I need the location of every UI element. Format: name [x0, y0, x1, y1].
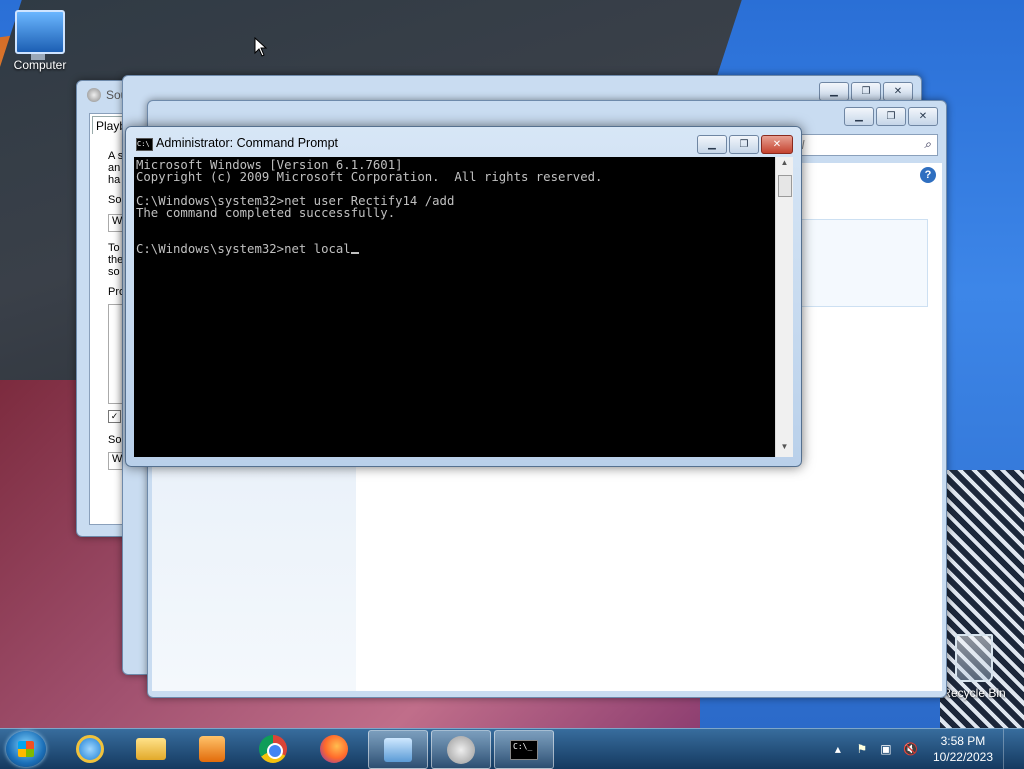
taskbar: C:\_ ▴ ⚑ ▣ 🔇 3:58 PM 10/22/2023: [0, 728, 1024, 769]
text-fragment: So: [108, 434, 122, 446]
taskbar-command-prompt[interactable]: C:\_: [494, 730, 554, 769]
desktop-icon-label: Recycle Bin: [942, 686, 1006, 700]
window-caption-buttons: ▁ ❐ ✕: [697, 135, 793, 154]
text-cursor: [350, 252, 359, 254]
windows-logo-icon: [18, 741, 34, 757]
cmd-icon-text: C:\: [137, 140, 150, 148]
window-caption-buttons: ▁ ❐ ✕: [819, 82, 913, 101]
start-button[interactable]: [6, 731, 46, 767]
text-fragment: an: [108, 162, 121, 174]
text-fragment: ha: [108, 174, 121, 186]
console-line: The command completed successfully.: [136, 206, 396, 220]
vertical-scrollbar[interactable]: ▲ ▼: [775, 157, 793, 457]
computer-icon: [15, 10, 65, 60]
desktop-icon-computer[interactable]: Computer: [4, 10, 76, 72]
console-output[interactable]: Microsoft Windows [Version 6.1.7601] Cop…: [134, 157, 775, 457]
taskbar-firefox[interactable]: [305, 730, 363, 767]
speaker-icon: [447, 735, 475, 764]
media-player-icon: [199, 735, 225, 762]
minimize-button[interactable]: ▁: [819, 82, 849, 101]
text-fragment: the: [108, 254, 124, 266]
maximize-button[interactable]: ❐: [851, 82, 881, 101]
chrome-icon: [259, 734, 287, 763]
window-title: Administrator: Command Prompt: [156, 136, 339, 150]
window-caption-buttons: ▁ ❐ ✕: [844, 107, 938, 126]
folder-icon: [136, 737, 166, 760]
minimize-button[interactable]: ▁: [697, 135, 727, 154]
text-fragment: To: [108, 242, 120, 254]
taskbar-media-player[interactable]: [183, 730, 241, 767]
search-icon[interactable]: ⌕: [924, 137, 931, 152]
system-tray: ▴ ⚑ ▣ 🔇 3:58 PM 10/22/2023: [831, 729, 1016, 769]
internet-explorer-icon: [76, 734, 104, 763]
info-panel: 1: [786, 219, 928, 307]
volume-muted-icon[interactable]: 🔇: [903, 742, 918, 756]
close-button[interactable]: ✕: [883, 82, 913, 101]
clock-time: 3:58 PM: [940, 734, 986, 748]
dropdown-value: W: [112, 215, 123, 227]
taskbar-control-panel[interactable]: [368, 730, 428, 769]
desktop-icon-recycle-bin[interactable]: Recycle Bin: [938, 634, 1010, 700]
dropdown-value: W: [112, 453, 123, 465]
taskbar-internet-explorer[interactable]: [61, 730, 119, 767]
close-button[interactable]: ✕: [761, 135, 793, 154]
console-text: Microsoft Windows [Version 6.1.7601] Cop…: [134, 157, 775, 257]
text-fragment: so: [108, 266, 120, 278]
minimize-button[interactable]: ▁: [844, 107, 874, 126]
clock-date: 10/22/2023: [932, 750, 993, 764]
startup-sound-checkbox[interactable]: ✓: [108, 410, 121, 423]
desktop-icon-label: Computer: [13, 58, 67, 72]
scroll-thumb[interactable]: [778, 175, 792, 197]
clock[interactable]: 3:58 PM 10/22/2023: [933, 733, 993, 765]
speaker-icon: [87, 88, 101, 102]
show-hidden-icons-icon[interactable]: ▴: [831, 742, 845, 756]
control-panel-icon: [384, 737, 412, 762]
mouse-pointer-icon: [254, 37, 268, 57]
console-input-line[interactable]: C:\Windows\system32>net local: [136, 242, 351, 256]
show-desktop-button[interactable]: [1003, 729, 1016, 769]
cmd-window-icon: C:\: [136, 138, 153, 151]
console-line: Copyright (c) 2009 Microsoft Corporation…: [136, 170, 603, 184]
sound-description: A s an ha: [108, 150, 123, 186]
help-icon[interactable]: ?: [920, 167, 936, 183]
scroll-down-icon[interactable]: ▼: [776, 442, 793, 456]
close-button[interactable]: ✕: [908, 107, 938, 126]
taskbar-chrome[interactable]: [244, 730, 302, 767]
sound-instructions: To the so: [108, 242, 123, 278]
firefox-icon: [320, 734, 348, 763]
scroll-up-icon[interactable]: ▲: [776, 158, 793, 172]
taskbar-sound[interactable]: [431, 730, 491, 769]
recycle-bin-icon: [955, 634, 993, 682]
network-icon[interactable]: ▣: [879, 742, 893, 756]
command-prompt-icon: C:\_: [510, 739, 538, 760]
command-prompt-window[interactable]: C:\ Administrator: Command Prompt ▁ ❐ ✕ …: [125, 126, 802, 467]
maximize-button[interactable]: ❐: [876, 107, 906, 126]
text-fragment: A s: [108, 150, 124, 162]
taskbar-file-explorer[interactable]: [122, 730, 180, 767]
text-fragment: So: [108, 194, 122, 206]
search-input[interactable]: el ⌕: [788, 134, 938, 156]
action-center-flag-icon[interactable]: ⚑: [855, 742, 869, 756]
maximize-button[interactable]: ❐: [729, 135, 759, 154]
